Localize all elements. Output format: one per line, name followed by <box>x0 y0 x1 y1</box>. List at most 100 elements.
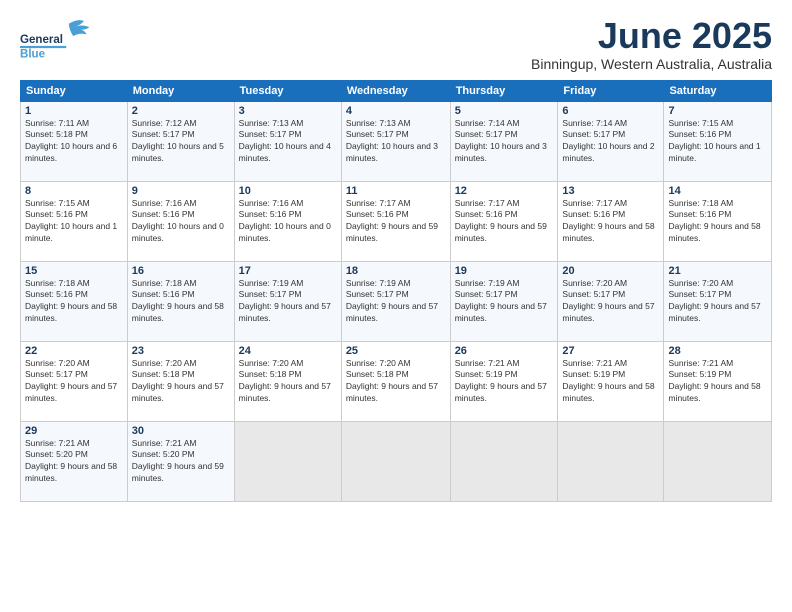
day-number: 8 <box>25 185 123 197</box>
day-cell: 14Sunrise: 7:18 AMSunset: 5:16 PMDayligh… <box>664 181 772 261</box>
day-cell: 21Sunrise: 7:20 AMSunset: 5:17 PMDayligh… <box>664 261 772 341</box>
day-info: Sunrise: 7:21 AMSunset: 5:19 PMDaylight:… <box>668 358 767 406</box>
logo-svg: General Blue <box>20 16 100 66</box>
day-cell: 26Sunrise: 7:21 AMSunset: 5:19 PMDayligh… <box>450 341 558 421</box>
day-cell: 15Sunrise: 7:18 AMSunset: 5:16 PMDayligh… <box>21 261 128 341</box>
day-number: 20 <box>562 265 659 277</box>
day-info: Sunrise: 7:14 AMSunset: 5:17 PMDaylight:… <box>562 118 659 166</box>
day-info: Sunrise: 7:16 AMSunset: 5:16 PMDaylight:… <box>239 198 337 246</box>
day-cell: 22Sunrise: 7:20 AMSunset: 5:17 PMDayligh… <box>21 341 128 421</box>
day-cell: 12Sunrise: 7:17 AMSunset: 5:16 PMDayligh… <box>450 181 558 261</box>
day-cell: 18Sunrise: 7:19 AMSunset: 5:17 PMDayligh… <box>341 261 450 341</box>
day-cell: 27Sunrise: 7:21 AMSunset: 5:19 PMDayligh… <box>558 341 664 421</box>
day-number: 28 <box>668 345 767 357</box>
day-number: 27 <box>562 345 659 357</box>
day-info: Sunrise: 7:17 AMSunset: 5:16 PMDaylight:… <box>346 198 446 246</box>
day-info: Sunrise: 7:13 AMSunset: 5:17 PMDaylight:… <box>239 118 337 166</box>
day-number: 21 <box>668 265 767 277</box>
day-cell: 17Sunrise: 7:19 AMSunset: 5:17 PMDayligh… <box>234 261 341 341</box>
svg-text:General: General <box>20 34 63 46</box>
day-info: Sunrise: 7:20 AMSunset: 5:17 PMDaylight:… <box>668 278 767 326</box>
day-number: 24 <box>239 345 337 357</box>
day-info: Sunrise: 7:19 AMSunset: 5:17 PMDaylight:… <box>346 278 446 326</box>
day-info: Sunrise: 7:17 AMSunset: 5:16 PMDaylight:… <box>562 198 659 246</box>
weekday-header-friday: Friday <box>558 80 664 101</box>
day-number: 11 <box>346 185 446 197</box>
day-cell: 25Sunrise: 7:20 AMSunset: 5:18 PMDayligh… <box>341 341 450 421</box>
day-cell: 20Sunrise: 7:20 AMSunset: 5:17 PMDayligh… <box>558 261 664 341</box>
day-number: 6 <box>562 105 659 117</box>
day-number: 2 <box>132 105 230 117</box>
day-info: Sunrise: 7:15 AMSunset: 5:16 PMDaylight:… <box>668 118 767 166</box>
day-cell <box>664 421 772 501</box>
day-number: 22 <box>25 345 123 357</box>
day-info: Sunrise: 7:19 AMSunset: 5:17 PMDaylight:… <box>455 278 554 326</box>
day-info: Sunrise: 7:18 AMSunset: 5:16 PMDaylight:… <box>668 198 767 246</box>
day-cell: 28Sunrise: 7:21 AMSunset: 5:19 PMDayligh… <box>664 341 772 421</box>
weekday-header-row: SundayMondayTuesdayWednesdayThursdayFrid… <box>21 80 772 101</box>
day-cell: 30Sunrise: 7:21 AMSunset: 5:20 PMDayligh… <box>127 421 234 501</box>
week-row-2: 8Sunrise: 7:15 AMSunset: 5:16 PMDaylight… <box>21 181 772 261</box>
day-number: 13 <box>562 185 659 197</box>
day-info: Sunrise: 7:17 AMSunset: 5:16 PMDaylight:… <box>455 198 554 246</box>
day-cell: 9Sunrise: 7:16 AMSunset: 5:16 PMDaylight… <box>127 181 234 261</box>
weekday-header-tuesday: Tuesday <box>234 80 341 101</box>
day-info: Sunrise: 7:20 AMSunset: 5:18 PMDaylight:… <box>239 358 337 406</box>
week-row-1: 1Sunrise: 7:11 AMSunset: 5:18 PMDaylight… <box>21 101 772 181</box>
svg-text:Blue: Blue <box>20 48 46 60</box>
calendar-table: SundayMondayTuesdayWednesdayThursdayFrid… <box>20 80 772 502</box>
day-cell <box>234 421 341 501</box>
day-number: 30 <box>132 425 230 437</box>
day-info: Sunrise: 7:20 AMSunset: 5:17 PMDaylight:… <box>25 358 123 406</box>
weekday-header-saturday: Saturday <box>664 80 772 101</box>
day-number: 16 <box>132 265 230 277</box>
day-number: 7 <box>668 105 767 117</box>
day-cell: 3Sunrise: 7:13 AMSunset: 5:17 PMDaylight… <box>234 101 341 181</box>
day-cell: 2Sunrise: 7:12 AMSunset: 5:17 PMDaylight… <box>127 101 234 181</box>
day-number: 4 <box>346 105 446 117</box>
day-cell: 8Sunrise: 7:15 AMSunset: 5:16 PMDaylight… <box>21 181 128 261</box>
location-title: Binningup, Western Australia, Australia <box>531 56 772 72</box>
day-cell: 29Sunrise: 7:21 AMSunset: 5:20 PMDayligh… <box>21 421 128 501</box>
day-number: 1 <box>25 105 123 117</box>
day-info: Sunrise: 7:21 AMSunset: 5:20 PMDaylight:… <box>25 438 123 486</box>
day-info: Sunrise: 7:14 AMSunset: 5:17 PMDaylight:… <box>455 118 554 166</box>
day-info: Sunrise: 7:11 AMSunset: 5:18 PMDaylight:… <box>25 118 123 166</box>
day-cell: 19Sunrise: 7:19 AMSunset: 5:17 PMDayligh… <box>450 261 558 341</box>
day-number: 9 <box>132 185 230 197</box>
day-info: Sunrise: 7:21 AMSunset: 5:20 PMDaylight:… <box>132 438 230 486</box>
weekday-header-thursday: Thursday <box>450 80 558 101</box>
day-number: 29 <box>25 425 123 437</box>
day-number: 14 <box>668 185 767 197</box>
day-cell: 11Sunrise: 7:17 AMSunset: 5:16 PMDayligh… <box>341 181 450 261</box>
day-cell: 13Sunrise: 7:17 AMSunset: 5:16 PMDayligh… <box>558 181 664 261</box>
day-number: 23 <box>132 345 230 357</box>
day-number: 17 <box>239 265 337 277</box>
weekday-header-wednesday: Wednesday <box>341 80 450 101</box>
day-cell: 10Sunrise: 7:16 AMSunset: 5:16 PMDayligh… <box>234 181 341 261</box>
weekday-header-sunday: Sunday <box>21 80 128 101</box>
day-info: Sunrise: 7:16 AMSunset: 5:16 PMDaylight:… <box>132 198 230 246</box>
day-cell: 1Sunrise: 7:11 AMSunset: 5:18 PMDaylight… <box>21 101 128 181</box>
day-number: 12 <box>455 185 554 197</box>
day-cell: 7Sunrise: 7:15 AMSunset: 5:16 PMDaylight… <box>664 101 772 181</box>
day-info: Sunrise: 7:12 AMSunset: 5:17 PMDaylight:… <box>132 118 230 166</box>
week-row-5: 29Sunrise: 7:21 AMSunset: 5:20 PMDayligh… <box>21 421 772 501</box>
month-title: June 2025 <box>531 16 772 56</box>
day-info: Sunrise: 7:19 AMSunset: 5:17 PMDaylight:… <box>239 278 337 326</box>
day-number: 19 <box>455 265 554 277</box>
main-container: General Blue June 2025 Binningup, Wester… <box>0 0 792 512</box>
day-cell: 16Sunrise: 7:18 AMSunset: 5:16 PMDayligh… <box>127 261 234 341</box>
day-number: 10 <box>239 185 337 197</box>
title-block: June 2025 Binningup, Western Australia, … <box>531 16 772 72</box>
day-info: Sunrise: 7:18 AMSunset: 5:16 PMDaylight:… <box>25 278 123 326</box>
day-info: Sunrise: 7:21 AMSunset: 5:19 PMDaylight:… <box>455 358 554 406</box>
day-info: Sunrise: 7:21 AMSunset: 5:19 PMDaylight:… <box>562 358 659 406</box>
day-number: 3 <box>239 105 337 117</box>
day-info: Sunrise: 7:15 AMSunset: 5:16 PMDaylight:… <box>25 198 123 246</box>
day-info: Sunrise: 7:18 AMSunset: 5:16 PMDaylight:… <box>132 278 230 326</box>
week-row-4: 22Sunrise: 7:20 AMSunset: 5:17 PMDayligh… <box>21 341 772 421</box>
week-row-3: 15Sunrise: 7:18 AMSunset: 5:16 PMDayligh… <box>21 261 772 341</box>
day-info: Sunrise: 7:20 AMSunset: 5:18 PMDaylight:… <box>132 358 230 406</box>
day-number: 15 <box>25 265 123 277</box>
